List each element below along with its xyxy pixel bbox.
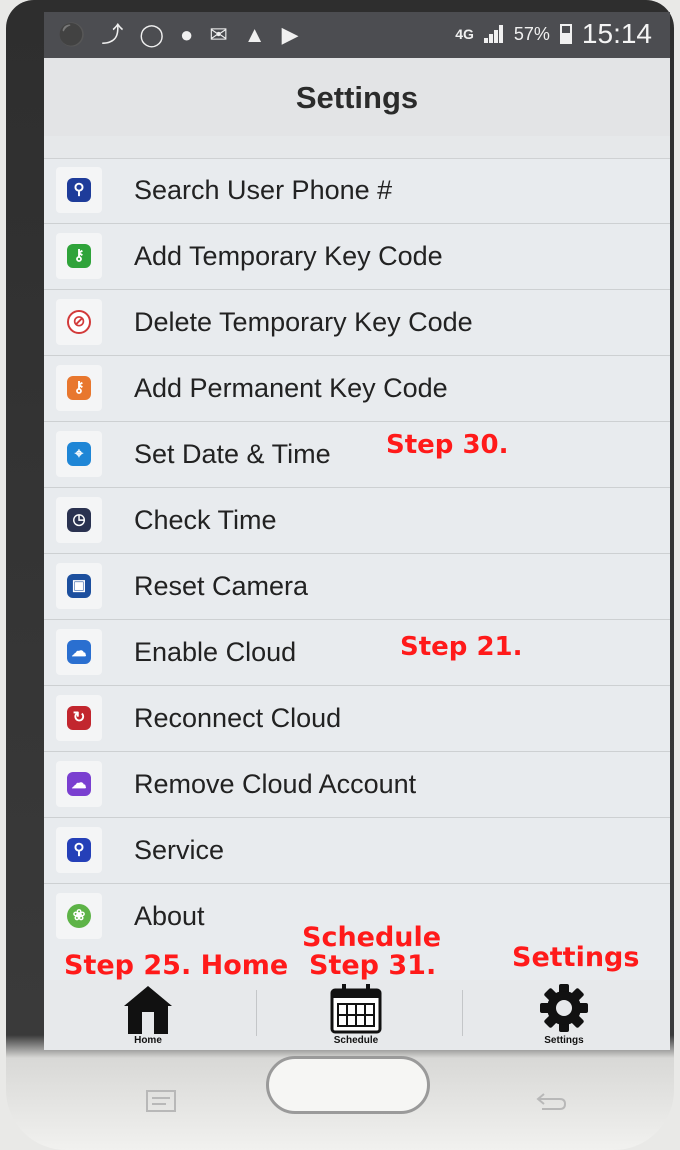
compass-clock-icon: ⌖ xyxy=(67,442,91,466)
warning-icon: ▲ xyxy=(243,22,266,47)
reconnect-icon: ↻ xyxy=(67,706,91,730)
home-icon xyxy=(124,986,172,1034)
settings-list: ⚲ Search User Phone # ⚷ Add Temporary Ke… xyxy=(44,158,670,950)
network-indicator: 4G xyxy=(455,26,474,42)
play-icon: ▶ xyxy=(281,22,299,47)
phone-body: ⚫ ⤴ ◯ ● ✉ ▲ ▶ 4G 57% 15:14 Settings ⚲ Se… xyxy=(6,0,674,1150)
app-notification-icon: ● xyxy=(180,22,194,47)
annotation-step-21: Step 21. xyxy=(400,632,523,662)
scrolled-row-edge xyxy=(44,136,670,159)
menu-item-reset-camera[interactable]: ▣ Reset Camera xyxy=(44,554,670,620)
menu-item-label: Delete Temporary Key Code xyxy=(134,307,473,337)
camera-icon: ▣ xyxy=(67,574,91,598)
annotation-schedule: Schedule xyxy=(302,922,442,953)
menu-item-enable-cloud[interactable]: ☁ Enable Cloud xyxy=(44,620,670,686)
menu-item-remove-cloud-account[interactable]: ☁ Remove Cloud Account xyxy=(44,752,670,818)
annotation-settings: Settings xyxy=(512,942,640,973)
menu-item-label: Check Time xyxy=(134,505,277,535)
title-bar: Settings xyxy=(44,58,670,137)
menu-item-service[interactable]: ⚲ Service xyxy=(44,818,670,884)
menu-item-label: Add Temporary Key Code xyxy=(134,241,443,271)
tab-schedule[interactable]: Schedule xyxy=(252,982,460,1048)
back-icon xyxy=(536,1093,567,1110)
voicemail-icon: ◯ xyxy=(139,22,165,47)
menu-item-set-date-time[interactable]: ⌖ Set Date & Time xyxy=(44,422,670,488)
status-bar: ⚫ ⤴ ◯ ● ✉ ▲ ▶ 4G 57% 15:14 xyxy=(44,12,670,58)
battery-icon xyxy=(559,24,572,44)
delete-key-icon: ⊘ xyxy=(67,310,91,334)
tab-schedule-label: Schedule xyxy=(333,1035,379,1046)
clock-icon: ◷ xyxy=(67,508,91,532)
menu-item-label: Reconnect Cloud xyxy=(134,703,342,733)
menu-item-label: Enable Cloud xyxy=(134,637,297,667)
menu-item-reconnect-cloud[interactable]: ↻ Reconnect Cloud xyxy=(44,686,670,752)
tab-settings[interactable]: Settings xyxy=(460,982,668,1048)
clock: 15:14 xyxy=(581,18,652,49)
menu-hardware-button[interactable] xyxy=(146,1090,176,1112)
calendar-icon xyxy=(330,984,382,1034)
menu-item-delete-temporary-key[interactable]: ⊘ Delete Temporary Key Code xyxy=(44,290,670,356)
signal-icon xyxy=(483,25,504,43)
menu-item-check-time[interactable]: ◷ Check Time xyxy=(44,488,670,554)
key-icon: ⚷ xyxy=(67,244,91,268)
annotation-step-30: Step 30. xyxy=(386,430,509,460)
permanent-key-icon: ⚷ xyxy=(67,376,91,400)
search-icon: ⚲ xyxy=(67,178,91,202)
menu-item-add-temporary-key[interactable]: ⚷ Add Temporary Key Code xyxy=(44,224,670,290)
annotation-step-25-home: Step 25. Home xyxy=(64,950,289,981)
menu-item-label: About xyxy=(134,901,205,931)
screen: ⚫ ⤴ ◯ ● ✉ ▲ ▶ 4G 57% 15:14 Settings ⚲ Se… xyxy=(44,12,670,1050)
notification-icons: ⚫ ⤴ ◯ ● ✉ ▲ ▶ xyxy=(58,20,298,50)
missed-call-icon: ⤴ xyxy=(101,22,124,47)
tab-home[interactable]: Home xyxy=(44,982,252,1048)
bottom-tab-bar: Home Schedule Settings xyxy=(44,980,670,1050)
tab-settings-label: Settings xyxy=(544,1035,584,1046)
menu-item-add-permanent-key[interactable]: ⚷ Add Permanent Key Code xyxy=(44,356,670,422)
back-hardware-button[interactable] xyxy=(534,1090,568,1112)
menu-item-label: Reset Camera xyxy=(134,571,309,601)
menu-item-label: Set Date & Time xyxy=(134,439,331,469)
home-hardware-button[interactable] xyxy=(266,1056,430,1114)
page-title: Settings xyxy=(295,80,419,115)
remove-cloud-icon: ☁ xyxy=(67,772,91,796)
menu-item-label: Search User Phone # xyxy=(134,175,393,205)
menu-item-label: Add Permanent Key Code xyxy=(134,373,448,403)
cloud-icon: ☁ xyxy=(67,640,91,664)
service-icon: ⚲ xyxy=(67,838,91,862)
menu-icon xyxy=(146,1090,176,1112)
menu-item-search-user-phone[interactable]: ⚲ Search User Phone # xyxy=(44,158,670,224)
gear-icon xyxy=(540,984,588,1032)
battery-percent: 57% xyxy=(513,23,550,44)
tab-home-label: Home xyxy=(134,1035,162,1046)
mail-icon: ✉ xyxy=(209,22,228,47)
wechat-icon: ⚫ xyxy=(58,22,86,47)
menu-item-label: Service xyxy=(134,835,225,865)
menu-item-label: Remove Cloud Account xyxy=(134,769,417,799)
annotation-step-31: Step 31. xyxy=(309,950,437,981)
leaf-icon: ❀ xyxy=(67,904,91,928)
